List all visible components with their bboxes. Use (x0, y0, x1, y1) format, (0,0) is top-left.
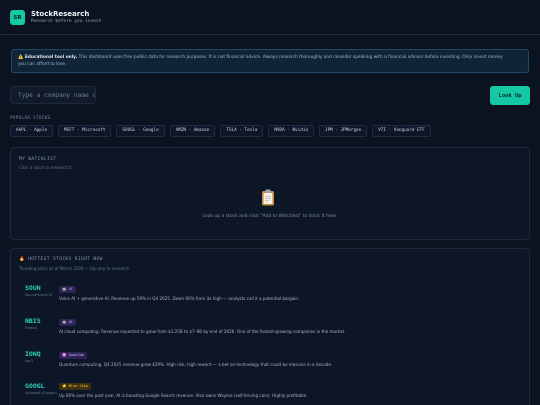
stock-company: IonQ (25, 359, 34, 363)
stock-company: Nebius (25, 326, 38, 330)
stock-ticker: SOUN (25, 284, 41, 292)
app-tagline: Research before you invest (31, 19, 102, 24)
chip-googl[interactable]: GOOGL · Google (116, 125, 165, 137)
stock-company: Alphabet (Google) (25, 391, 57, 395)
stock-description: Up 66% over the past year. AI is boostin… (59, 393, 308, 398)
search-input[interactable] (10, 86, 96, 104)
chip-msft[interactable]: MSFT · Microsoft (58, 125, 112, 137)
clipboard-icon (262, 189, 274, 206)
watchlist-panel: MY WATCHLIST Click a stock to research i… (10, 147, 530, 240)
stock-description: Voice AI + generative AI. Revenue up 59%… (59, 296, 300, 301)
chip-vti[interactable]: VTI · Vanguard ETF (372, 125, 431, 137)
category-badge: 🤖 AI (59, 319, 76, 326)
popular-stocks-list: AAPL · Apple MSFT · Microsoft GOOGL · Go… (10, 125, 431, 137)
app-header: SR StockResearch Research before you inv… (0, 0, 540, 35)
stock-description: AI cloud computing. Revenue expected to … (59, 329, 346, 334)
hottest-title: 🔥 HOTTEST STOCKS RIGHT NOW (19, 257, 103, 262)
watchlist-empty-message: Look up a stock and click "Add to Watchl… (202, 214, 338, 219)
hottest-subtitle: Trending picks as of March 2026 — tap an… (19, 266, 130, 271)
notice-body-end: you can afford to lose. (18, 62, 67, 67)
look-up-button[interactable]: Look Up (490, 86, 530, 105)
chip-aapl[interactable]: AAPL · Apple (10, 125, 54, 137)
stock-company: SoundHound AI (25, 293, 52, 297)
chip-jpm[interactable]: JPM · JPMorgan (319, 125, 368, 137)
stock-ticker: GOOGL (25, 382, 45, 390)
stock-ticker: IONQ (25, 350, 41, 358)
app-logo: SR (10, 10, 25, 25)
disclaimer-notice: ⚠️ Educational tool only. This dashboard… (11, 49, 529, 73)
watchlist-subtitle: Click a stock to research it (19, 165, 72, 170)
notice-body: This dashboard uses free public data for… (77, 55, 503, 60)
chip-nvda[interactable]: NVDA · Nvidia (268, 125, 314, 137)
popular-stocks-label: POPULAR STOCKS (10, 116, 51, 121)
category-badge: 🤖 AI (59, 286, 76, 293)
watchlist-title: MY WATCHLIST (19, 157, 57, 162)
notice-heading: ⚠️ Educational tool only. (18, 55, 78, 60)
category-badge: ⭐ Blue Chip (59, 383, 92, 390)
stock-description: Quantum computing. Q4 2025 revenue grew … (59, 362, 333, 367)
category-badge: ⚛️ Quantum (59, 352, 87, 359)
hottest-stocks-panel: 🔥 HOTTEST STOCKS RIGHT NOW Trending pick… (10, 248, 530, 405)
stock-ticker: NBIS (25, 317, 41, 325)
app-title: StockResearch (31, 10, 90, 18)
chip-tsla[interactable]: TSLA · Tesla (220, 125, 264, 137)
chip-amzn[interactable]: AMZN · Amazon (169, 125, 216, 137)
